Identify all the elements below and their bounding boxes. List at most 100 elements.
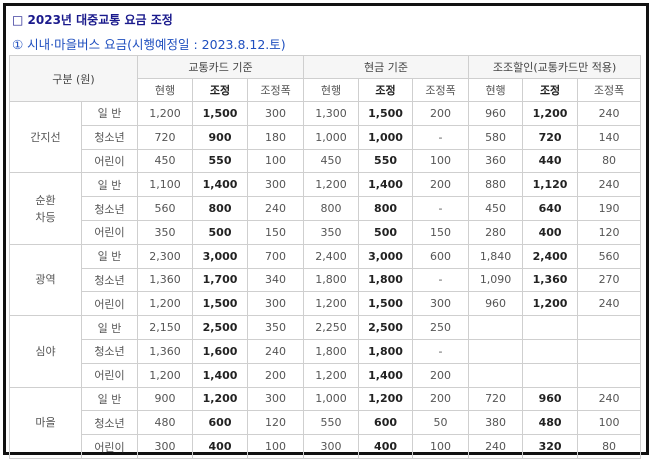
fare-adjusted-cell: 1,800 <box>358 338 414 364</box>
fare-adjusted-cell: 2,400 <box>522 243 579 269</box>
fare-change-cell: 100 <box>247 148 305 174</box>
fare-table: 구분 (원) 교통카드 기준 현금 기준 조조할인(교통카드만 적용) 현행 조… <box>8 55 642 459</box>
fare-change-cell: - <box>412 338 470 364</box>
fare-current-cell: 360 <box>468 148 524 174</box>
fare-adjusted-cell: 2,500 <box>358 315 414 340</box>
fare-current-cell: 1,200 <box>137 291 194 317</box>
header-category: 구분 (원) <box>8 55 139 102</box>
header-change: 조정폭 <box>577 78 642 102</box>
fare-adjusted-cell <box>522 362 579 388</box>
fare-change-cell: 120 <box>247 410 305 436</box>
fare-current-cell: 1,800 <box>303 267 360 293</box>
fare-current-cell: 550 <box>303 410 360 436</box>
fare-adjusted-cell: 400 <box>522 219 579 245</box>
fare-change-cell: 340 <box>247 267 305 293</box>
header-group-early: 조조할인(교통카드만 적용) <box>468 55 642 79</box>
passenger-type-cell: 어린이 <box>80 148 139 174</box>
fare-change-cell: 240 <box>577 172 642 198</box>
fare-current-cell: 1,800 <box>303 338 360 364</box>
fare-current-cell: 280 <box>468 219 524 245</box>
header-group-card: 교통카드 기준 <box>137 55 305 79</box>
table-row: 어린이 350 500 150 350 500 150 280 400 120 <box>10 219 642 245</box>
fare-change-cell: 100 <box>577 410 642 436</box>
fare-current-cell: 450 <box>303 148 360 174</box>
fare-current-cell: 1,840 <box>468 243 524 269</box>
fare-adjusted-cell: 320 <box>522 434 579 459</box>
fare-change-cell: 80 <box>577 148 642 174</box>
fare-adjusted-cell: 720 <box>522 124 579 150</box>
fare-current-cell: 1,200 <box>137 362 194 388</box>
fare-adjusted-cell: 1,120 <box>522 172 579 198</box>
fare-change-cell: 240 <box>577 386 642 412</box>
fare-adjusted-cell: 1,400 <box>192 362 249 388</box>
fare-change-cell: 300 <box>247 101 305 126</box>
document-frame: □ 2023년 대중교통 요금 조정 ① 시내·마을버스 요금(시행예정일 : … <box>3 3 649 459</box>
fare-change-cell: 150 <box>247 219 305 245</box>
fare-adjusted-cell: 550 <box>358 148 414 174</box>
fare-adjusted-cell: 1,800 <box>358 267 414 293</box>
fare-current-cell: 2,150 <box>137 315 194 340</box>
fare-current-cell: 2,300 <box>137 243 194 269</box>
header-current: 현행 <box>468 78 524 102</box>
route-type-cell: 마을 <box>9 386 82 459</box>
fare-change-cell: 300 <box>247 172 305 198</box>
passenger-type-cell: 어린이 <box>80 434 139 459</box>
fare-change-cell: 350 <box>247 315 305 340</box>
fare-adjusted-cell: 440 <box>522 148 579 174</box>
fare-current-cell: 580 <box>468 124 524 150</box>
fare-current-cell: 300 <box>303 434 360 459</box>
table-row: 청소년 560 800 240 800 800-450 640 190 <box>10 196 642 221</box>
fare-change-cell: 700 <box>247 243 305 269</box>
fare-current-cell: 1,200 <box>303 362 360 388</box>
passenger-type-cell: 일 반 <box>80 315 139 340</box>
fare-current-cell: 350 <box>303 219 360 245</box>
fare-change-cell: 200 <box>412 172 470 198</box>
fare-change-cell: 150 <box>412 219 470 245</box>
fare-current-cell: 450 <box>137 148 194 174</box>
fare-current-cell: 960 <box>468 101 524 126</box>
fare-adjusted-cell: 1,500 <box>192 101 249 126</box>
fare-adjusted-cell: 600 <box>358 410 414 436</box>
passenger-type-cell: 어린이 <box>80 219 139 245</box>
route-type-cell: 광역 <box>9 243 82 317</box>
fare-adjusted-cell: 1,200 <box>358 386 414 412</box>
fare-adjusted-cell: 800 <box>358 196 414 221</box>
fare-current-cell: 1,090 <box>468 267 524 293</box>
fare-change-cell: 190 <box>577 196 642 221</box>
fare-current-cell: 350 <box>137 219 194 245</box>
fare-current-cell: 2,400 <box>303 243 360 269</box>
table-row: 청소년 1,360 1,600 240 1,800 1,800- <box>10 338 642 364</box>
fare-current-cell: 560 <box>137 196 194 221</box>
fare-current-cell: 2,250 <box>303 315 360 340</box>
fare-current-cell: 300 <box>137 434 194 459</box>
fare-current-cell: 1,200 <box>303 291 360 317</box>
fare-change-cell: 100 <box>247 434 305 459</box>
passenger-type-cell: 어린이 <box>80 362 139 388</box>
table-row: 심야 일 반 2,150 2,500 350 2,250 2,500 250 <box>9 315 642 388</box>
fare-current-cell: 960 <box>468 291 524 317</box>
fare-change-cell: 100 <box>412 148 470 174</box>
fare-adjusted-cell: 1,200 <box>192 386 249 412</box>
fare-adjusted-cell: 1,200 <box>522 101 579 126</box>
fare-change-cell: 270 <box>577 267 642 293</box>
fare-adjusted-cell: 1,500 <box>192 291 249 317</box>
passenger-type-cell: 청소년 <box>80 338 139 364</box>
fare-current-cell: 240 <box>468 434 524 459</box>
fare-change-cell: 250 <box>412 315 470 340</box>
table-row: 어린이 1,200 1,500 300 1,200 1,500 300 960 1,200 240 <box>10 291 642 317</box>
header-current: 현행 <box>137 78 194 102</box>
fare-change-cell: 80 <box>577 434 642 459</box>
fare-adjusted-cell: 800 <box>192 196 249 221</box>
fare-adjusted-cell: 640 <box>522 196 579 221</box>
fare-change-cell: 200 <box>412 386 470 412</box>
passenger-type-cell: 일 반 <box>80 386 139 412</box>
passenger-type-cell: 청소년 <box>80 410 139 436</box>
route-type-cell: 심야 <box>9 315 82 388</box>
fare-adjusted-cell: 600 <box>192 410 249 436</box>
fare-current-cell: 1,200 <box>303 172 360 198</box>
fare-adjusted-cell: 1,200 <box>522 291 579 317</box>
fare-change-cell: 100 <box>412 434 470 459</box>
fare-adjusted-cell: 960 <box>522 386 579 412</box>
passenger-type-cell: 어린이 <box>80 291 139 317</box>
fare-change-cell: 240 <box>247 196 305 221</box>
